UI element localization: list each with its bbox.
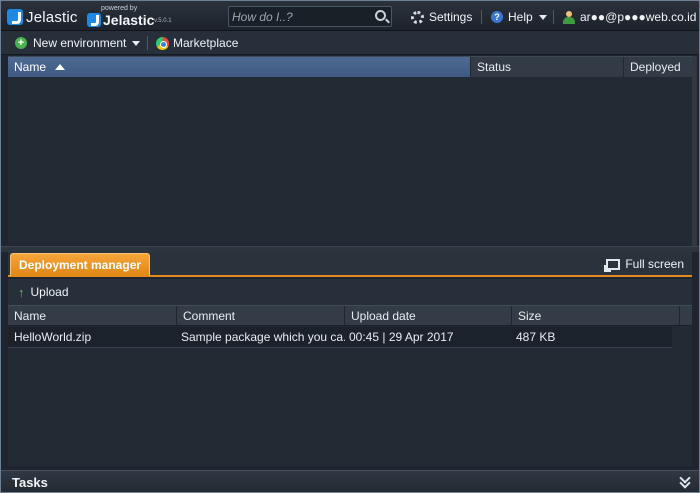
column-header-size[interactable]: Size <box>512 306 680 326</box>
settings-label: Settings <box>429 10 473 24</box>
environments-grid-header: Name Status Deployed <box>8 56 692 77</box>
help-search-box[interactable] <box>228 6 392 27</box>
package-name: HelloWorld.zip <box>14 330 92 344</box>
deployment-grid-header: Name Comment Upload date Size <box>8 305 692 326</box>
separator <box>147 36 148 50</box>
package-size: 487 KB <box>516 330 556 344</box>
powered-by-icon <box>87 13 101 27</box>
package-upload-date: 00:45 | 29 Apr 2017 <box>349 330 454 344</box>
column-header-status[interactable]: Status <box>471 57 624 77</box>
column-header-comment[interactable]: Comment <box>177 306 345 326</box>
tasks-label: Tasks <box>12 475 48 490</box>
gear-icon <box>411 10 424 24</box>
deployment-grid-body: HelloWorld.zip Sample package which you … <box>8 326 692 466</box>
main-toolbar: + New environment Marketplace <box>1 31 699 55</box>
separator <box>481 10 482 24</box>
help-label: Help <box>508 10 533 24</box>
chevron-down-icon <box>132 40 141 46</box>
powered-by-logo: powered by Jelastic v.5.0.1 <box>87 5 177 29</box>
column-header-deployed[interactable]: Deployed <box>624 57 692 77</box>
sort-ascending-icon <box>55 63 66 70</box>
chevron-down-icon <box>538 14 547 20</box>
powered-by-brand: Jelastic <box>103 12 155 28</box>
fullscreen-icon <box>604 258 621 272</box>
settings-button[interactable]: Settings <box>411 9 472 25</box>
help-menu-button[interactable]: ? Help <box>491 9 547 25</box>
separator <box>553 10 554 24</box>
column-header-upload-date[interactable]: Upload date <box>345 306 512 326</box>
new-environment-button[interactable]: + New environment <box>15 35 141 51</box>
marketplace-label: Marketplace <box>173 36 239 50</box>
user-menu-button[interactable]: ar●●@p●●●web.co.id <box>563 9 700 25</box>
deployment-tab-bar: Deployment manager Full screen <box>8 252 692 277</box>
new-environment-label: New environment <box>33 36 127 50</box>
user-email: ar●●@p●●●web.co.id <box>580 10 697 24</box>
tab-deployment-manager[interactable]: Deployment manager <box>10 253 151 276</box>
scrollbar[interactable] <box>692 56 697 246</box>
environments-grid-body <box>8 77 692 245</box>
upload-arrow-icon: ↑ <box>18 284 25 300</box>
column-header-name[interactable]: Name <box>8 306 177 326</box>
user-icon <box>563 10 575 24</box>
search-icon[interactable] <box>375 10 386 21</box>
column-header-label: Name <box>14 60 47 74</box>
upload-label: Upload <box>30 285 69 299</box>
marketplace-icon <box>156 36 169 50</box>
deployment-toolbar: ↑ Upload <box>8 279 692 305</box>
column-header-name[interactable]: Name <box>8 57 471 77</box>
plus-icon: + <box>15 37 27 49</box>
powered-by-text: powered by <box>101 5 138 12</box>
version-label: v.5.0.1 <box>154 18 172 24</box>
full-screen-button[interactable]: Full screen <box>604 256 684 272</box>
double-chevron-down-icon[interactable] <box>679 474 691 488</box>
package-comment: Sample package which you ca... <box>181 330 345 344</box>
full-screen-label: Full screen <box>625 257 684 271</box>
table-row[interactable]: HelloWorld.zip Sample package which you … <box>8 327 672 348</box>
logo-text: Jelastic <box>26 8 78 26</box>
top-bar: Jelastic powered by Jelastic v.5.0.1 Set… <box>1 1 699 31</box>
help-search-input[interactable] <box>232 9 367 24</box>
tasks-bar[interactable]: Tasks <box>1 470 699 492</box>
jelastic-logo[interactable]: Jelastic <box>7 7 78 27</box>
jelastic-logo-icon <box>7 9 23 25</box>
upload-button[interactable]: ↑ Upload <box>18 284 69 300</box>
marketplace-button[interactable]: Marketplace <box>156 35 238 51</box>
help-icon: ? <box>491 11 503 23</box>
